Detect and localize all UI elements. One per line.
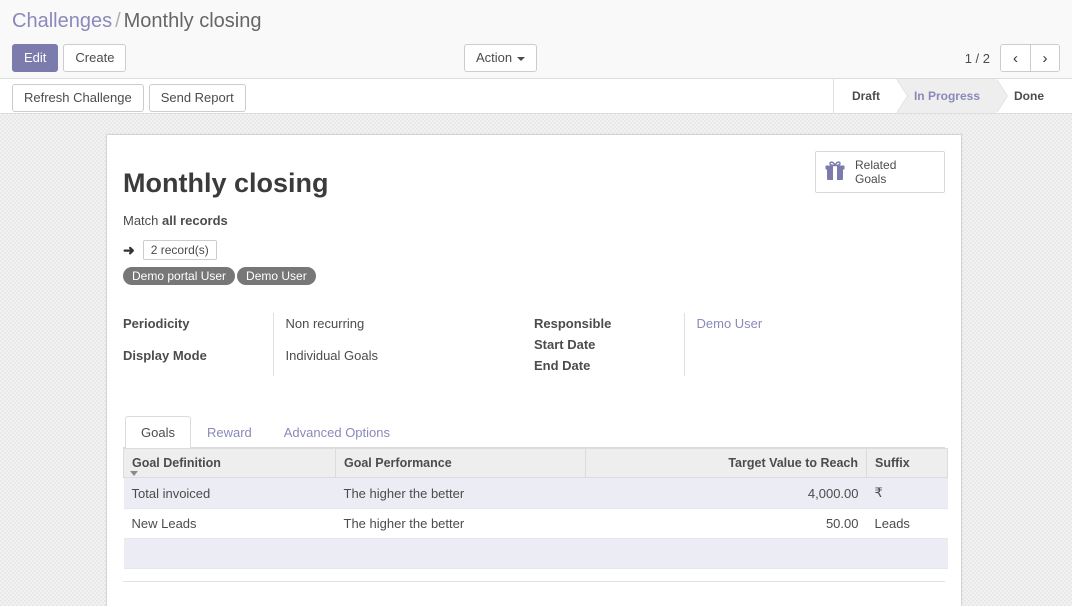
cell-empty [123, 538, 336, 569]
label-display-mode: Display Mode [123, 347, 207, 363]
record-count-button[interactable]: 2 record(s) [142, 240, 217, 260]
tab-advanced-options[interactable]: Advanced Options [268, 416, 406, 448]
stage-in-progress[interactable]: In Progress [895, 79, 1008, 113]
tag-demo-portal-user[interactable]: Demo portal User [123, 267, 236, 285]
breadcrumb-separator: / [115, 10, 121, 32]
cell-goal-performance: The higher the better [335, 477, 586, 509]
pager: 1 / 2 ‹ › [965, 44, 1060, 72]
form-canvas: Related Goals Monthly closing Match all … [0, 114, 1072, 606]
field-row-display-mode: Display Mode Individual Goals [123, 344, 534, 376]
breadcrumb-root-link[interactable]: Challenges [12, 10, 112, 32]
object-button-group: Refresh Challenge Send Report [12, 84, 251, 112]
user-tags: Demo portal User Demo User [123, 267, 945, 285]
cell-empty [585, 538, 867, 569]
tag-demo-user[interactable]: Demo User [237, 267, 316, 285]
table-row[interactable]: Total invoiced The higher the better 4,0… [123, 477, 948, 509]
chevron-down-icon [517, 56, 526, 61]
primary-button-group: Edit Create [12, 44, 131, 72]
cell-goal-definition: Total invoiced [123, 477, 336, 509]
label-end-date: End Date [534, 358, 591, 373]
cell-empty [335, 538, 586, 569]
column-goal-definition[interactable]: Goal Definition [123, 448, 336, 478]
match-prefix: Match [123, 213, 159, 228]
refresh-challenge-button[interactable]: Refresh Challenge [12, 84, 144, 112]
record-sheet: Related Goals Monthly closing Match all … [106, 134, 962, 606]
field-row-periodicity: Periodicity Non recurring [123, 313, 534, 345]
label-periodicity: Periodicity [123, 316, 190, 331]
stage-arrow [895, 79, 907, 113]
action-dropdown-button[interactable]: Action [464, 44, 538, 72]
cell-target-value: 4,000.00 [585, 477, 867, 509]
table-row-empty[interactable] [123, 538, 948, 569]
table-row[interactable]: New Leads The higher the better 50.00 Le… [123, 508, 948, 539]
match-strong: all records [162, 213, 228, 228]
stage-in-progress-label: In Progress [913, 89, 980, 103]
sort-descending-icon [130, 471, 138, 476]
action-dropdown-label: Action [476, 50, 513, 65]
cell-suffix: ₹ [866, 477, 948, 509]
form-groups: Periodicity Non recurring Display Mode I… [123, 313, 945, 376]
cell-target-value: 50.00 [585, 508, 867, 539]
goals-table-head: Goal Definition Goal Performance Target … [123, 448, 948, 478]
tab-goals[interactable]: Goals [125, 416, 191, 448]
form-group-left: Periodicity Non recurring Display Mode I… [123, 313, 534, 376]
field-row-end-date: End Date [534, 355, 945, 376]
label-start-date: Start Date [534, 337, 596, 352]
arrow-right-icon: ➜ [123, 241, 135, 258]
column-target-value[interactable]: Target Value to Reach [585, 448, 867, 478]
column-goal-performance[interactable]: Goal Performance [335, 448, 586, 478]
value-end-date[interactable] [683, 355, 945, 376]
cell-goal-definition: New Leads [123, 508, 336, 539]
column-goal-definition-label: Goal Definition [132, 456, 221, 470]
pager-buttons: ‹ › [1000, 44, 1060, 72]
breadcrumb-current: Monthly closing [123, 10, 262, 32]
stage-draft[interactable]: Draft [833, 79, 908, 113]
toolbar: Edit Create Action 1 / 2 ‹ › [0, 36, 1072, 78]
edit-button[interactable]: Edit [12, 44, 59, 72]
column-suffix[interactable]: Suffix [866, 448, 948, 478]
match-domain-line: Match all records [123, 213, 945, 228]
gift-icon [824, 160, 846, 184]
secondary-toolbar: Refresh Challenge Send Report Draft In Pr… [0, 79, 1072, 114]
tab-reward[interactable]: Reward [191, 416, 268, 448]
stage-arrow [996, 79, 1007, 113]
related-goals-line1: Related [855, 158, 897, 172]
send-report-button[interactable]: Send Report [148, 84, 246, 112]
cell-suffix: Leads [866, 508, 948, 539]
value-display-mode[interactable]: Individual Goals [272, 344, 534, 376]
related-goals-line2: Goals [855, 172, 887, 186]
sheet-footer-placeholder [123, 581, 945, 606]
field-row-start-date: Start Date [534, 334, 945, 355]
stage-draft-label: Draft [851, 89, 880, 103]
stage-done-label: Done [1014, 89, 1044, 103]
create-button[interactable]: Create [63, 44, 127, 72]
record-count-line: ➜ 2 record(s) [123, 240, 945, 260]
notebook-tabs: Goals Reward Advanced Options [123, 416, 945, 448]
cell-empty [866, 538, 948, 569]
breadcrumb: Challenges / Monthly closing [0, 0, 1072, 36]
related-goals-button[interactable]: Related Goals [815, 151, 945, 193]
control-panel: Challenges / Monthly closing Edit Create Ac… [0, 0, 1072, 79]
previous-page-icon[interactable]: ‹ [1001, 45, 1030, 71]
goals-table-body: Total invoiced The higher the better 4,0… [123, 477, 948, 569]
cell-goal-performance: The higher the better [335, 508, 586, 539]
value-start-date[interactable] [683, 334, 945, 355]
pager-count: 1 / 2 [964, 50, 990, 66]
field-row-responsible: Responsible Demo User [534, 313, 945, 334]
value-responsible[interactable]: Demo User [683, 313, 945, 334]
value-periodicity[interactable]: Non recurring [272, 313, 534, 345]
related-goals-label: Related Goals [855, 158, 915, 186]
table-header-row: Goal Definition Goal Performance Target … [123, 448, 948, 478]
label-responsible: Responsible [534, 316, 612, 331]
statusbar: Draft In Progress Done [832, 79, 1060, 113]
form-group-right: Responsible Demo User Start Date End Dat… [534, 313, 945, 376]
next-page-icon[interactable]: › [1030, 45, 1059, 71]
goals-table: Goal Definition Goal Performance Target … [123, 448, 948, 569]
action-dropdown[interactable]: Action [464, 44, 538, 72]
notebook: Goals Reward Advanced Options Goal Defin… [123, 416, 948, 569]
